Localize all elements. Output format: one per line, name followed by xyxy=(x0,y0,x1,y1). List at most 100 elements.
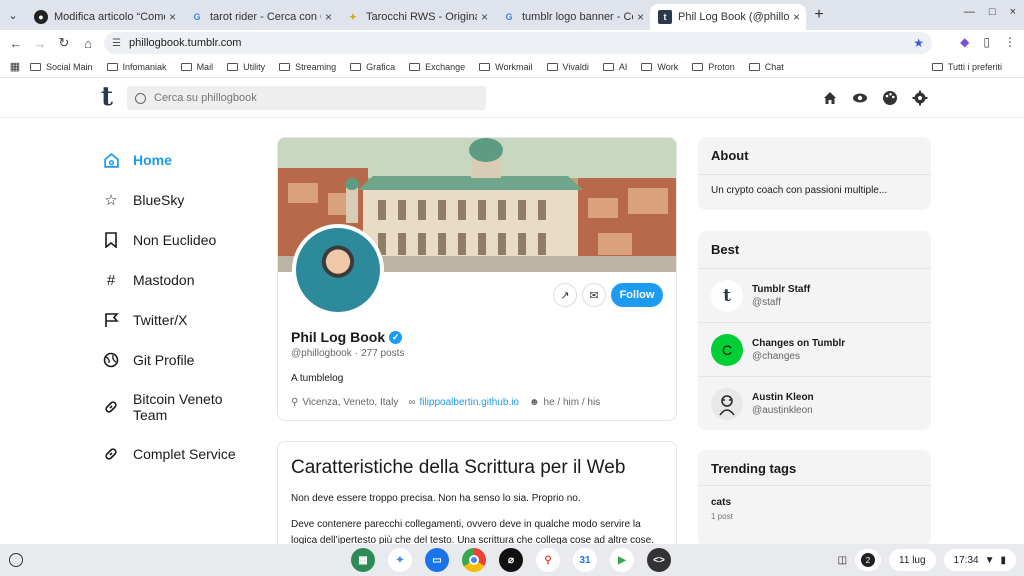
browser-tab[interactable]: ✦ Tarocchi RWS - Originali 1909 d × xyxy=(338,4,494,30)
message-button[interactable]: ✉ xyxy=(582,283,606,307)
menu-kebab-icon[interactable]: ⋮ xyxy=(1004,35,1016,49)
bookmark-folder[interactable]: Exchange xyxy=(409,62,465,72)
bookmark-folder[interactable]: Proton xyxy=(692,62,735,72)
folder-icon xyxy=(106,62,118,71)
tumblr-logo[interactable]: t xyxy=(101,84,113,110)
bookmarks-bar: ▦ Social Main Infomaniak Mail Utility St… xyxy=(0,56,1024,78)
gear-icon[interactable] xyxy=(912,90,928,106)
nav-item-bitcoin-veneto[interactable]: Bitcoin Veneto Team xyxy=(102,380,272,434)
browser-tab[interactable]: ● Modifica articolo “Come uso Tu × xyxy=(26,4,182,30)
follow-button[interactable]: Follow xyxy=(611,283,663,307)
profile-meta: ⚲ Vicenza, Veneto, Italy ∞ filippoalbertin… xyxy=(291,397,600,408)
folder-icon xyxy=(931,62,943,71)
site-info-icon[interactable]: ☰ xyxy=(112,38,121,49)
tab-title: Tarocchi RWS - Originali 1909 d xyxy=(366,11,477,23)
minimize-icon[interactable]: — xyxy=(964,6,975,18)
close-icon[interactable]: × xyxy=(169,10,176,24)
search-input[interactable] xyxy=(154,92,454,104)
browser-tab[interactable]: G tarot rider - Cerca con Google × xyxy=(182,4,338,30)
bookmark-folder[interactable]: AI xyxy=(602,62,627,72)
calendar-icon[interactable]: 31 xyxy=(573,548,597,572)
nav-item-home[interactable]: Home xyxy=(102,140,272,180)
nav-item-complet-service[interactable]: Complet Service xyxy=(102,434,272,474)
avatar: t xyxy=(711,279,743,312)
blog-search[interactable] xyxy=(127,86,486,110)
flag-icon xyxy=(102,311,120,329)
files-icon[interactable]: ▭ xyxy=(425,548,449,572)
app-grid-icon[interactable]: ▦ xyxy=(351,548,375,572)
nav-item-twitter[interactable]: Twitter/X xyxy=(102,300,272,340)
chrome-icon[interactable] xyxy=(462,548,486,572)
back-icon[interactable]: ← xyxy=(4,36,28,51)
browser-tab-active[interactable]: t Phil Log Book (@phillogbook) × xyxy=(650,4,806,30)
nav-item-non-euclideo[interactable]: Non Euclideo xyxy=(102,220,272,260)
folder-icon xyxy=(279,62,291,71)
close-icon[interactable]: × xyxy=(481,10,488,24)
eye-icon[interactable] xyxy=(852,90,868,106)
close-icon[interactable]: × xyxy=(325,10,332,24)
header-actions xyxy=(822,90,928,106)
close-icon[interactable]: × xyxy=(793,10,800,24)
extension-gem-icon[interactable]: ◆ xyxy=(960,35,969,49)
bookmark-folder[interactable]: Infomaniak xyxy=(106,62,167,72)
restore-icon[interactable]: □ xyxy=(989,6,996,18)
post-card: Caratteristiche della Scrittura per il W… xyxy=(277,441,677,561)
post-title[interactable]: Caratteristiche della Scrittura per il W… xyxy=(291,457,663,479)
terminal-icon[interactable]: <> xyxy=(647,548,671,572)
bookmark-star-icon[interactable]: ★ xyxy=(913,36,924,50)
trending-heading: Trending tags xyxy=(698,450,931,486)
gemini-icon[interactable]: ✦ xyxy=(388,548,412,572)
clock-pill[interactable]: 17:34 ▼ ▮ xyxy=(943,549,1016,571)
bookmark-folder[interactable]: Streaming xyxy=(279,62,336,72)
close-window-icon[interactable]: × xyxy=(1010,6,1016,18)
tab-search-button[interactable]: ⌄ xyxy=(0,2,26,28)
home-icon[interactable] xyxy=(822,90,838,106)
extensions-puzzle-icon[interactable]: ▯ xyxy=(983,35,990,49)
share-button[interactable]: ↗ xyxy=(553,283,577,307)
github-icon: ● xyxy=(34,10,48,24)
profile-handle-line: @phillogbook · 277 posts xyxy=(291,348,405,359)
new-tab-button[interactable]: + xyxy=(806,6,832,24)
all-bookmarks-folder[interactable]: Tutti i preferiti xyxy=(931,62,1002,72)
system-shelf: ▦ ✦ ▭ ⌀ ⚲ 31 ▶ <> ◫ 2 11 lug 17:34 ▼ ▮ xyxy=(0,544,1024,576)
location: ⚲ Vicenza, Veneto, Italy xyxy=(291,397,399,408)
bookmark-folder[interactable]: Vivaldi xyxy=(546,62,589,72)
podcast-icon[interactable]: ⌀ xyxy=(499,548,523,572)
bookmark-folder[interactable]: Social Main xyxy=(30,62,93,72)
best-blog-item[interactable]: C Changes on Tumblr @changes xyxy=(698,323,931,377)
best-blog-item[interactable]: t Tumblr Staff @staff xyxy=(698,269,931,323)
meet-icon[interactable]: ▶ xyxy=(610,548,634,572)
browser-tab[interactable]: G tumblr logo banner - Cerca con × xyxy=(494,4,650,30)
folder-icon xyxy=(30,62,41,71)
notification-counter[interactable]: 2 xyxy=(855,549,882,571)
nav-item-bluesky[interactable]: ☆ BlueSky xyxy=(102,180,272,220)
website[interactable]: ∞ filippoalbertin.github.io xyxy=(408,397,519,408)
bookmark-folder[interactable]: Grafica xyxy=(350,62,395,72)
bookmark-folder[interactable]: Utility xyxy=(227,62,265,72)
best-box: Best t Tumblr Staff @staff C Changes on … xyxy=(698,231,931,430)
tab-title: tarot rider - Cerca con Google xyxy=(210,11,321,23)
trending-tag-item[interactable]: cats 1 post xyxy=(698,486,931,532)
forward-icon[interactable]: → xyxy=(28,36,52,51)
bookmark-folder[interactable]: Workmail xyxy=(479,62,533,72)
nav-item-mastodon[interactable]: # Mastodon xyxy=(102,260,272,300)
browser-tab-strip: ⌄ ● Modifica articolo “Come uso Tu × G t… xyxy=(0,0,1024,30)
bookmark-folder[interactable]: Chat xyxy=(748,62,784,72)
apps-grid-icon[interactable]: ▦ xyxy=(0,60,30,73)
screen-capture-icon[interactable]: ◫ xyxy=(838,555,847,566)
address-bar[interactable]: ☰ phillogbook.tumblr.com ★ xyxy=(104,32,932,54)
profile-avatar[interactable] xyxy=(292,224,384,316)
best-blog-item[interactable]: Austin Kleon @austinkleon xyxy=(698,377,931,430)
about-heading: About xyxy=(698,137,931,175)
close-icon[interactable]: × xyxy=(637,10,644,24)
maps-icon[interactable]: ⚲ xyxy=(536,548,560,572)
home-browser-icon[interactable]: ⌂ xyxy=(76,36,100,51)
date-pill[interactable]: 11 lug xyxy=(889,549,936,571)
launcher-button[interactable] xyxy=(9,553,23,567)
bookmark-folder[interactable]: Work xyxy=(641,62,678,72)
reload-icon[interactable]: ↻ xyxy=(52,35,76,51)
palette-icon[interactable] xyxy=(882,90,898,106)
location-pin-icon: ⚲ xyxy=(291,397,299,408)
bookmark-folder[interactable]: Mail xyxy=(180,62,213,72)
nav-item-git-profile[interactable]: Git Profile xyxy=(102,340,272,380)
